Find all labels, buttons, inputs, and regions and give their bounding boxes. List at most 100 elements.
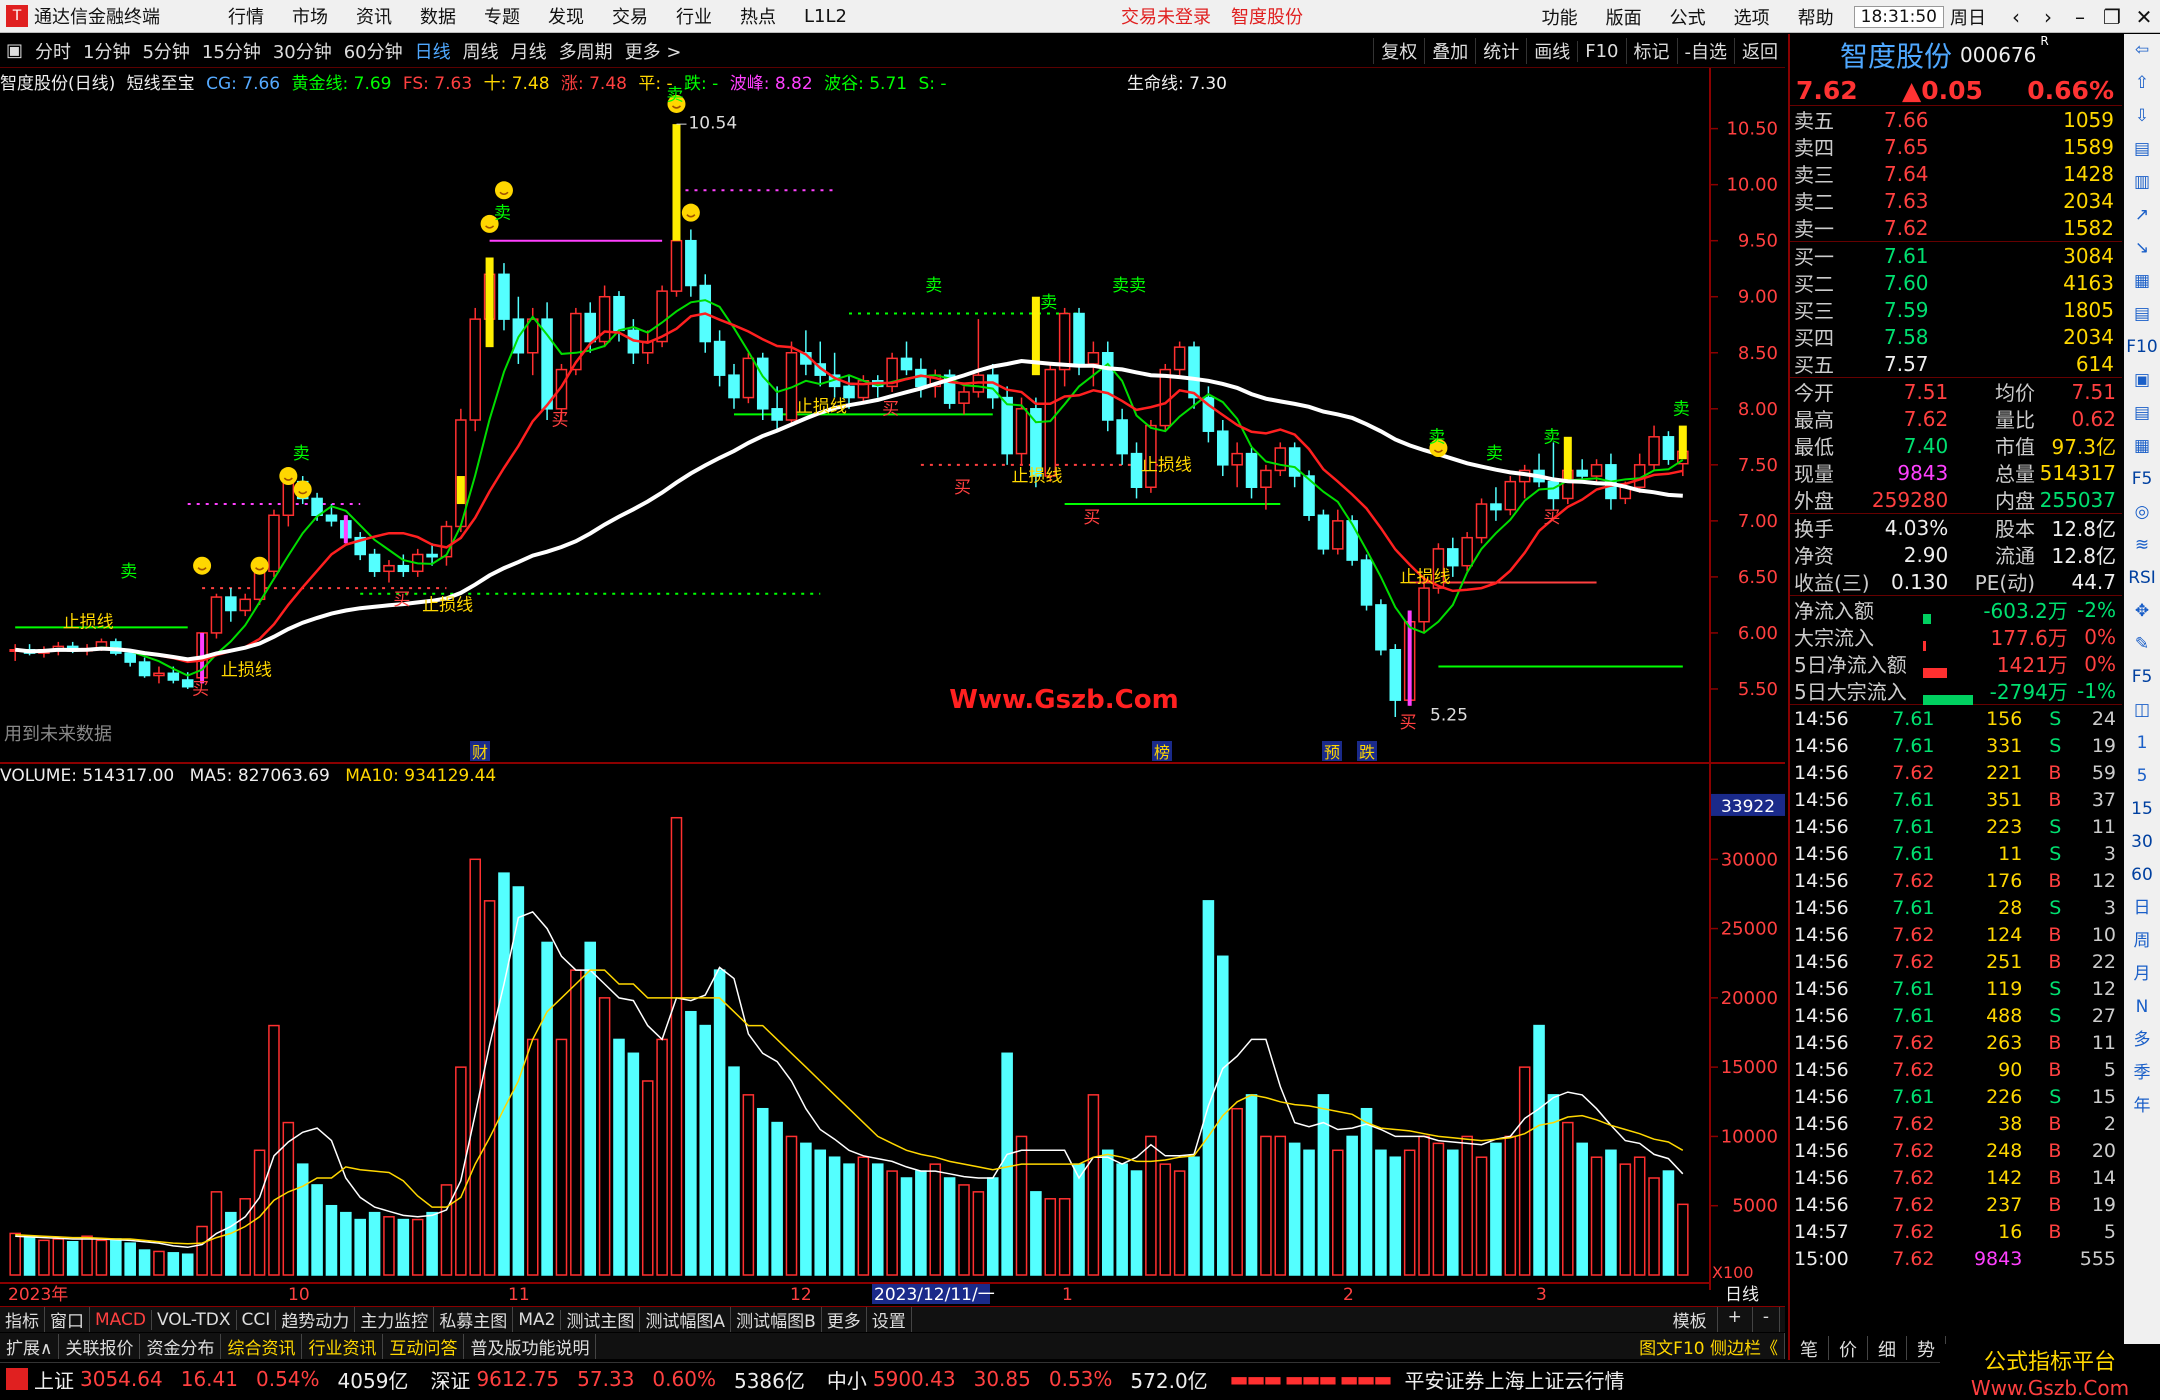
volume-bar[interactable] [1260, 1135, 1272, 1276]
tool-button[interactable]: 画线 [1526, 38, 1577, 64]
candle-body[interactable] [1058, 312, 1071, 371]
candle-body[interactable] [1188, 346, 1200, 399]
period-tab[interactable]: 1分钟 [77, 38, 136, 64]
volume-bar[interactable] [1403, 1149, 1416, 1276]
period-tab[interactable]: 多周期 [553, 38, 619, 64]
volume-bar[interactable] [843, 1163, 855, 1276]
candle-body[interactable] [1116, 419, 1128, 455]
menu-item[interactable]: 热点 [726, 3, 790, 29]
volume-bar[interactable] [1044, 1198, 1057, 1276]
volume-bar[interactable] [1332, 1149, 1344, 1276]
volume-bar[interactable] [1015, 1135, 1028, 1276]
candle-body[interactable] [426, 553, 438, 558]
side-tool-icon[interactable]: 日 [2134, 892, 2151, 925]
side-tool-icon[interactable]: F10 [2126, 331, 2157, 364]
volume-bar[interactable] [1130, 1170, 1143, 1276]
indicator-tab[interactable]: 窗口 [45, 1307, 90, 1332]
menu-item[interactable]: L1L2 [790, 6, 861, 27]
side-tool-icon[interactable]: 年 [2134, 1090, 2151, 1123]
candle-body[interactable] [958, 391, 970, 404]
period-tab[interactable]: 周线 [457, 38, 505, 64]
candle-body[interactable] [325, 514, 338, 522]
indicator-tab[interactable]: 私募主图 [434, 1307, 514, 1332]
candle-body[interactable] [440, 525, 453, 558]
side-tool-icon[interactable]: ▦ [2134, 265, 2150, 298]
tool-button[interactable]: 标记 [1625, 38, 1677, 64]
volume-bar[interactable] [713, 969, 726, 1276]
candle-body[interactable] [1346, 520, 1358, 561]
volume-bar[interactable] [613, 1038, 625, 1276]
minimize-icon[interactable]: – [2064, 5, 2096, 29]
tick-list[interactable]: 14:56 7.61 156 S 24 14:56 7.61 331 S 19 14:56 7.62 2… [1790, 705, 2122, 1272]
candle-body[interactable] [1087, 352, 1100, 365]
tool-button[interactable]: F10 [1577, 40, 1625, 62]
volume-bar[interactable] [1562, 1121, 1574, 1276]
template-button[interactable]: 模板 [1663, 1307, 1718, 1332]
candle-body[interactable] [713, 340, 726, 376]
candle-body[interactable] [541, 318, 553, 410]
volume-bar[interactable] [1432, 1142, 1445, 1276]
volume-bar[interactable] [23, 1235, 36, 1276]
side-tool-icon[interactable]: 15 [2131, 793, 2153, 826]
side-tool-icon[interactable]: ⇩ [2135, 100, 2149, 133]
side-tool-icon[interactable]: ≋ [2135, 529, 2149, 562]
menu-item[interactable]: 公式 [1656, 4, 1720, 30]
side-tool-icon[interactable]: ▤ [2134, 298, 2150, 331]
volume-bar[interactable] [469, 858, 482, 1276]
volume-bar[interactable] [728, 1066, 740, 1276]
volume-bar[interactable] [627, 1052, 640, 1276]
candle-body[interactable] [138, 661, 151, 677]
indicator-tab[interactable]: 设置 [867, 1307, 912, 1332]
current-stock-link[interactable]: 智度股份 [1221, 3, 1313, 29]
menu-item[interactable]: 市场 [278, 3, 342, 29]
candle-body[interactable] [1260, 469, 1272, 488]
menu-item[interactable]: 交易 [598, 3, 662, 29]
candle-body[interactable] [1231, 452, 1243, 466]
candle-body[interactable] [900, 357, 913, 371]
volume-bar[interactable] [641, 1080, 654, 1276]
side-tab[interactable]: 价 [1829, 1336, 1868, 1361]
side-tool-icon[interactable]: 月 [2134, 958, 2151, 991]
volume-bar[interactable] [1504, 1135, 1517, 1276]
candle-body[interactable] [469, 318, 482, 421]
volume-bar[interactable] [1576, 1142, 1588, 1276]
tool-button[interactable]: 统计 [1475, 38, 1526, 64]
indicator-tab[interactable]: 更多 [822, 1307, 867, 1332]
candle-body[interactable] [1216, 430, 1229, 466]
tool-button[interactable]: 叠加 [1424, 38, 1475, 64]
volume-bar[interactable] [138, 1249, 151, 1276]
indicator-tab[interactable]: CCI [237, 1309, 277, 1330]
extension-tab[interactable]: 行业资讯 [302, 1333, 384, 1359]
volume-bar[interactable] [1245, 1094, 1258, 1276]
volume-bar[interactable] [110, 1238, 122, 1276]
volume-bar[interactable] [1173, 1170, 1186, 1276]
volume-bar[interactable] [1590, 1156, 1603, 1276]
volume-bar[interactable] [915, 1170, 927, 1276]
menu-item[interactable]: 专题 [470, 3, 534, 29]
side-tool-icon[interactable]: 周 [2134, 925, 2151, 958]
index-name[interactable]: 上证 [34, 1365, 74, 1394]
volume-bar[interactable] [929, 1163, 942, 1276]
volume-bar[interactable] [239, 1198, 251, 1276]
period-tab[interactable]: 60分钟 [338, 38, 409, 64]
volume-bar[interactable] [1677, 1203, 1689, 1276]
candle-body[interactable] [1288, 447, 1301, 477]
volume-bar[interactable] [1058, 1198, 1071, 1276]
candle-body[interactable] [210, 596, 223, 634]
candle-body[interactable] [1044, 368, 1057, 477]
volume-bar[interactable] [1030, 1191, 1042, 1276]
menu-item[interactable]: 数据 [406, 3, 470, 29]
side-tool-icon[interactable]: 5 [2137, 760, 2148, 793]
volume-bar[interactable] [167, 1252, 180, 1276]
tool-button[interactable]: 复权 [1373, 38, 1424, 64]
volume-bar[interactable] [368, 1211, 381, 1276]
candle-body[interactable] [1015, 408, 1028, 455]
candle-body[interactable] [268, 514, 280, 573]
volume-bar[interactable] [498, 872, 510, 1276]
volume-bar[interactable] [972, 1191, 985, 1276]
volume-bar[interactable] [426, 1211, 438, 1276]
candle-body[interactable] [225, 596, 237, 612]
candle-body[interactable] [584, 312, 597, 343]
candle-body[interactable] [1332, 520, 1344, 550]
volume-bar[interactable] [771, 1121, 783, 1276]
